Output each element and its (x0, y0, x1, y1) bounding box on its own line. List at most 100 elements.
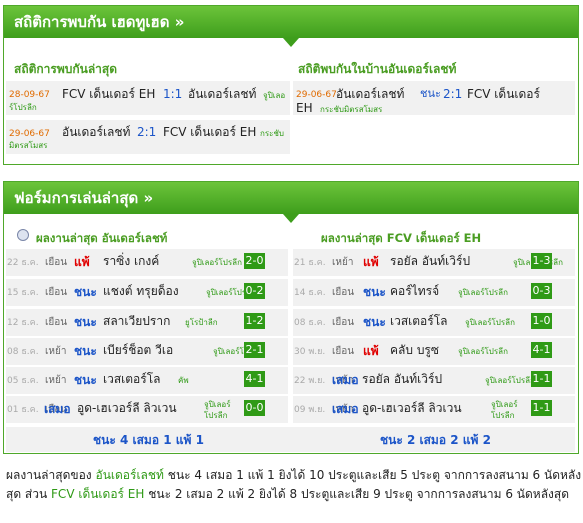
competition: คัพ (178, 376, 189, 385)
competition: จูปิเลอร์โปรลีก (485, 376, 535, 385)
form-left-title: ผลงานล่าสุด อันเดอร์เลชท์ (36, 231, 168, 245)
match-date: 01 ธ.ค. (7, 405, 39, 415)
opponent-team[interactable]: ราซิ่ง เกงค์ (103, 254, 159, 268)
form-header: ฟอร์มการเล่นล่าสุด » (4, 182, 578, 214)
match-result: ชนะ (74, 344, 97, 358)
match-result: ชนะ (74, 285, 97, 299)
match-date: 29-06-67 (296, 90, 337, 100)
team-link[interactable]: อันเดอร์เลชท์ (96, 468, 164, 482)
match-date: 08 ธ.ค. (7, 347, 39, 357)
match-score: 1:1 (163, 87, 183, 101)
score-badge: 4-1 (244, 371, 265, 387)
away-team[interactable]: EH (296, 101, 313, 115)
score-badge: 1-0 (531, 313, 552, 329)
match-date: 15 ธ.ค. (7, 288, 39, 298)
opponent-team[interactable]: สลาเวียปราก (103, 314, 170, 328)
opponent-team[interactable]: คลับ บรูซ (390, 343, 439, 357)
right-form-summary: ชนะ 2 เสมอ 2 แพ้ 2 (380, 433, 491, 447)
opponent-team[interactable]: อูด-เฮเวอร์ลี ลิวเวน (77, 401, 177, 415)
away-team[interactable]: FCV เด็นเดอร์ EH (163, 125, 256, 139)
opponent-team[interactable]: เวสเตอร์โล (103, 372, 161, 386)
double-chevron-icon: » (143, 189, 154, 207)
match-result: แพ้ (363, 344, 379, 358)
team-link[interactable]: FCV เด็นเดอร์ EH (51, 487, 144, 501)
score-badge: 0-0 (244, 400, 265, 416)
home-team[interactable]: FCV เด็นเดอร์ EH (62, 87, 155, 101)
match-result: ชนะ (363, 285, 386, 299)
opponent-team[interactable]: คอร์ไทรจ์ (390, 284, 439, 298)
score-badge: 2-0 (244, 253, 265, 269)
match-result: เสมอ (44, 402, 71, 416)
match-result: แพ้ (74, 255, 90, 269)
match-date: 28-09-67 (9, 90, 50, 100)
score-badge: 1-3 (531, 253, 552, 269)
score-badge: 0-2 (244, 283, 265, 299)
summary-text: ชนะ 2 เสมอ 2 แพ้ 2 ยิงได้ 8 ประตูและเสีย… (148, 487, 570, 501)
match-date: 14 ธ.ค. (294, 288, 326, 298)
match-date: 30 พ.ย. (294, 347, 326, 357)
form-notch (283, 214, 299, 223)
competition: โปรลีก (204, 411, 228, 420)
left-form-summary: ชนะ 4 เสมอ 1 แพ้ 1 (93, 433, 204, 447)
h2h-title: สถิติการพบกัน เฮดทูเฮด (14, 13, 170, 31)
away-team[interactable]: FCV เด็นเดอร์ (467, 87, 540, 101)
h2h-header: สถิติการพบกัน เฮดทูเฮด » (4, 6, 578, 38)
venue: เยือน (332, 287, 355, 298)
competition: โปรลีก (491, 411, 515, 420)
score-badge: 1-1 (531, 371, 552, 387)
opponent-team[interactable]: รอยัล อันท์เวิร์ป (362, 372, 442, 386)
competition: ร์โปรลีก (9, 103, 37, 112)
h2h-right-title: สถิติพบกันในบ้านอันเดอร์เลชท์ (298, 62, 457, 76)
venue: เหย้า (45, 346, 67, 357)
score-badge: 1-1 (531, 400, 552, 416)
away-team[interactable]: อันเดอร์เลชท์ (188, 87, 256, 101)
match-result: เสมอ (332, 402, 359, 416)
opponent-team[interactable]: อูด-เฮเวอร์ลี ลิวเวน (362, 401, 462, 415)
competition: ยูโรป้าลีก (185, 318, 218, 327)
summary-text: ผลงานล่าสุดของ (6, 468, 92, 482)
score-badge: 0-3 (531, 283, 552, 299)
match-date: 22 พ.ย. (294, 376, 326, 386)
opponent-team[interactable]: รอยัล อันท์เวิร์ป (390, 254, 470, 268)
summary-text: ชนะ 4 เสมอ 1 แพ้ 1 ยิงได้ 10 ประตูและเสี… (167, 468, 582, 482)
form-summary-text: ผลงานล่าสุดของ อันเดอร์เลชท์ ชนะ 4 เสมอ … (6, 466, 581, 504)
match-result: เสมอ (332, 373, 359, 387)
match-result: แพ้ (363, 255, 379, 269)
match-date: 21 ธ.ค. (294, 258, 326, 268)
club-crest-icon (17, 229, 29, 241)
match-score: 2:1 (443, 87, 463, 101)
h2h-left-title: สถิติการพบกันล่าสุด (14, 62, 118, 76)
venue: เหย้า (332, 257, 354, 268)
competition: จูปิเลอร์โปรลีก (458, 347, 508, 356)
opponent-team[interactable]: เวสเตอร์โล (390, 314, 448, 328)
home-team[interactable]: อันเดอร์เลชท์ (62, 125, 130, 139)
opponent-team[interactable]: แชงต์ ทรุยด็อง (103, 284, 179, 298)
match-result: ชนะ (420, 87, 441, 100)
competition: จูปิเลอร์โปรลีก (458, 288, 508, 297)
match-date: 08 ธ.ค. (294, 318, 326, 328)
match-result: ชนะ (74, 315, 97, 329)
summary-text: สุด ส่วน (6, 487, 48, 501)
match-score: 2:1 (137, 125, 157, 139)
competition: กระชับมิตรสโมสร (320, 105, 383, 114)
venue: เยือน (45, 287, 68, 298)
venue: เยือน (45, 257, 68, 268)
competition: จูปิเลอร์โปรลีก (192, 258, 242, 267)
score-badge: 1-2 (244, 313, 265, 329)
home-team[interactable]: อันเดอร์เลชท์ (336, 87, 404, 101)
venue: เยือน (45, 317, 68, 328)
venue: เหย้า (45, 375, 67, 386)
score-badge: 2-1 (244, 342, 265, 358)
match-date: 12 ธ.ค. (7, 318, 39, 328)
opponent-team[interactable]: เบียร์ช็อต วีเอ (103, 343, 173, 357)
score-badge: 4-1 (531, 342, 552, 358)
match-date: 05 ธ.ค. (7, 376, 39, 386)
venue: เยือน (332, 346, 355, 357)
venue: เยือน (332, 317, 355, 328)
match-result: ชนะ (363, 315, 386, 329)
competition: จูปิเลอร์โปรลีก (465, 318, 515, 327)
form-right-title: ผลงานล่าสุด FCV เด็นเดอร์ EH (321, 231, 482, 245)
competition: กระชับ (260, 129, 284, 138)
match-date: 09 พ.ย. (294, 405, 326, 415)
match-result: ชนะ (74, 373, 97, 387)
